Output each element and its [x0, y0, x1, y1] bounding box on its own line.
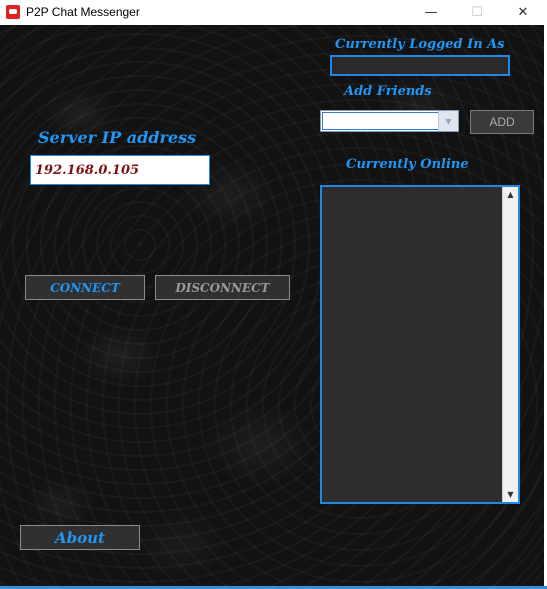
- maximize-button[interactable]: ☐: [454, 0, 500, 25]
- title-bar: P2P Chat Messenger — ☐ ✕: [0, 0, 547, 25]
- server-ip-label: Server IP address: [38, 128, 197, 147]
- scroll-up-icon[interactable]: ▲: [503, 187, 518, 202]
- scroll-down-icon[interactable]: ▼: [503, 487, 518, 502]
- window-title: P2P Chat Messenger: [26, 5, 140, 19]
- close-button[interactable]: ✕: [500, 0, 546, 25]
- minimize-button[interactable]: —: [408, 0, 454, 25]
- server-ip-input[interactable]: [30, 155, 210, 185]
- add-friends-dropdown[interactable]: ▼: [320, 110, 459, 132]
- currently-online-label: Currently Online: [346, 157, 469, 172]
- chat-app-icon: [6, 5, 20, 19]
- add-friends-label: Add Friends: [344, 84, 432, 99]
- add-friends-selected-value[interactable]: [322, 112, 439, 130]
- online-users-list[interactable]: ▲ ▼: [320, 185, 520, 504]
- disconnect-button[interactable]: DISCONNECT: [155, 275, 290, 300]
- online-list-scrollbar[interactable]: ▲ ▼: [502, 187, 518, 502]
- currently-logged-in-label: Currently Logged In As: [335, 37, 505, 52]
- about-button[interactable]: About: [20, 525, 140, 550]
- connect-button[interactable]: CONNECT: [25, 275, 145, 300]
- chevron-down-icon[interactable]: ▼: [438, 111, 458, 131]
- add-friend-button[interactable]: ADD: [470, 110, 534, 134]
- logged-in-user-field: [330, 55, 510, 76]
